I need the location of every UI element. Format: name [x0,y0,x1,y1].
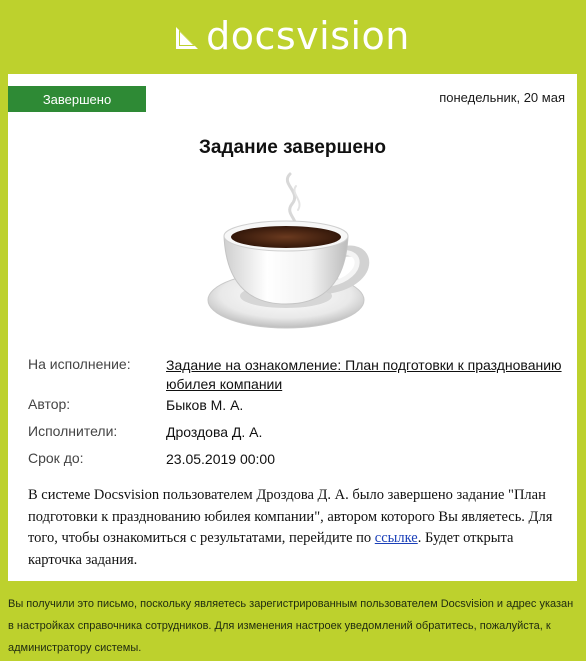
deadline-row: Срок до: 23.05.2019 00:00 [28,450,563,469]
notification-card: Завершено понедельник, 20 мая Задание за… [8,74,577,581]
docsvision-logo[interactable]: docsvision [176,14,410,58]
logo-text: docsvision [206,14,410,58]
page-title: Задание завершено [199,137,386,158]
task-card-link[interactable]: ссылке [375,530,418,546]
author-value: Быков М. А. [166,397,244,413]
task-info-table: На исполнение: Задание на ознакомление: … [28,356,563,469]
coffee-cup-icon [207,172,370,329]
status-badge: Завершено [8,86,146,112]
notification-date: понедельник, 20 мая [439,90,565,105]
task-label: На исполнение: [28,356,131,372]
docsvision-logo-icon [176,27,199,49]
performers-value: Дроздова Д. А. [166,424,263,440]
performers-label: Исполнители: [28,423,118,439]
author-row: Автор: Быков М. А. [28,396,563,423]
header: docsvision [0,0,586,72]
task-row: На исполнение: Задание на ознакомление: … [28,356,563,396]
task-link[interactable]: Задание на ознакомление: План подготовки… [166,357,562,392]
footer-notice: Вы получили это письмо, поскольку являет… [8,598,574,654]
deadline-value: 23.05.2019 00:00 [166,451,275,467]
performers-row: Исполнители: Дроздова Д. А. [28,423,563,450]
deadline-label: Срок до: [28,450,84,466]
message-text: В системе Docsvision пользователем Дрозд… [28,485,563,571]
author-label: Автор: [28,396,71,412]
